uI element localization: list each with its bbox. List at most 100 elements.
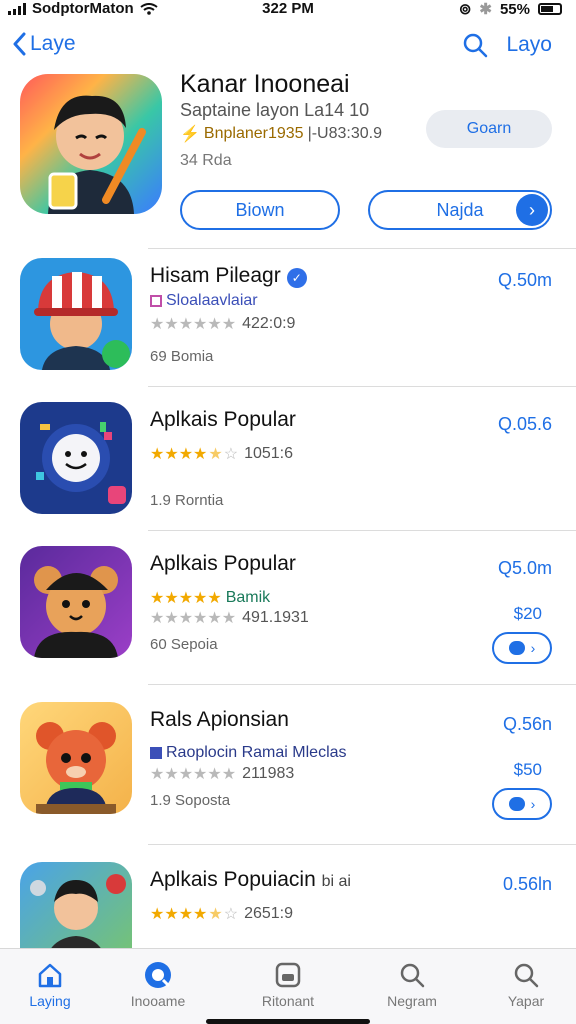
- navigation-bar: Laye Layo: [0, 30, 576, 70]
- search-icon: [476, 957, 576, 993]
- search-icon[interactable]: [462, 32, 488, 58]
- nav-right-button[interactable]: Layo: [506, 33, 552, 57]
- list-item[interactable]: Hisam Pileagr ✓ Sloalaavlaiar ★★★★★★ 422:…: [20, 258, 560, 374]
- rating-stars: ★★★★ ★ ☆: [150, 906, 239, 923]
- app-name: Aplkais Popular: [150, 408, 296, 431]
- search-icon: [362, 957, 462, 993]
- divider: [148, 386, 576, 387]
- app-icon: [20, 258, 132, 370]
- tab-laying[interactable]: Laying: [0, 957, 100, 1009]
- app-category-text: Sloalaavlaiar: [166, 292, 258, 309]
- verified-icon: ✓: [286, 268, 307, 288]
- get-button[interactable]: Goarn: [426, 110, 552, 148]
- tab-label: Laying: [29, 993, 71, 1009]
- app-icon: [20, 402, 132, 514]
- featured-app: Kanar Inooneai Saptaine layon La14 10 ⚡ …: [20, 70, 560, 244]
- rating-stars: ★★★★★★: [150, 316, 237, 333]
- status-bar: SodptorMaton 322 PM ⊚ ✱ 55%: [0, 0, 576, 20]
- tab-ritonant[interactable]: Ritonant: [238, 957, 338, 1009]
- app-category: Raoplocin Ramai Mleclas: [150, 744, 347, 762]
- divider: [148, 248, 576, 249]
- app-price[interactable]: 0.56ln: [503, 874, 552, 895]
- list-item[interactable]: Rals Apionsian Raoplocin Ramai Mleclas ★…: [20, 702, 560, 820]
- battery-percent: 55%: [499, 0, 530, 18]
- app-price-secondary: $50: [513, 760, 542, 779]
- app-category-text: Raoplocin Ramai Mleclas: [166, 744, 347, 761]
- rating-text: 491.1931: [242, 609, 309, 626]
- list-item[interactable]: Aplkais Popular ★★★★★ Bamik ★★★★★★ 491.1…: [20, 546, 560, 664]
- app-icon: [20, 546, 132, 658]
- app-price[interactable]: Q.50m: [498, 270, 552, 291]
- tab-label: Inooame: [130, 993, 186, 1009]
- back-button[interactable]: Laye: [12, 32, 76, 56]
- rating-text: 211983: [242, 765, 295, 782]
- app-price[interactable]: Q.05.6: [498, 414, 552, 435]
- home-icon: [0, 957, 100, 993]
- app-price-secondary: $20: [513, 604, 542, 623]
- download-button[interactable]: ›: [492, 632, 552, 664]
- app-name-text: Hisam Pileagr: [150, 264, 281, 287]
- chevron-right-icon: ›: [530, 796, 536, 812]
- bluetooth-icon: ✱: [479, 1, 492, 18]
- app-meta: 60 Sepoia: [150, 636, 218, 653]
- tab-label: Negram: [387, 993, 437, 1009]
- app-price[interactable]: Q5.0m: [498, 558, 552, 579]
- rating-text: 1051:6: [244, 445, 293, 462]
- featured-size: 34 Rda: [180, 152, 232, 169]
- bolt-icon: ⚡: [180, 126, 200, 143]
- tab-yapar[interactable]: Yapar: [476, 957, 576, 1009]
- divider: [148, 530, 576, 531]
- rating-stars: ★★★★★★: [150, 766, 237, 783]
- rating-stars: ★★★★ ★ ☆: [150, 446, 239, 463]
- cloud-icon: [508, 641, 525, 655]
- featured-right-button[interactable]: Najda ›: [368, 190, 552, 230]
- chevron-right-icon: ›: [516, 194, 548, 226]
- featured-app-icon[interactable]: [20, 74, 162, 214]
- app-category-text: Bamik: [225, 589, 271, 606]
- rating-text: 422:0:9: [242, 315, 296, 332]
- divider: [148, 844, 576, 845]
- app-name-text: Aplkais Popuiacin: [150, 868, 316, 891]
- app-meta: 1.9 Soposta: [150, 792, 231, 809]
- square-icon: [238, 957, 338, 993]
- tab-inooame[interactable]: Inooame: [108, 957, 208, 1009]
- app-rating-secondary: ★★★★★★ 491.1931: [150, 608, 309, 628]
- app-name-suffix: bi ai: [321, 873, 351, 890]
- featured-right-label: Najda: [436, 199, 484, 220]
- tag-icon: [150, 747, 162, 759]
- app-price[interactable]: Q.56n: [503, 714, 552, 735]
- nav-right-group: Layo: [462, 32, 552, 58]
- back-label: Laye: [30, 32, 76, 55]
- app-store-icon: [108, 957, 208, 993]
- battery-icon: [538, 3, 562, 15]
- featured-left-button[interactable]: Biown: [180, 190, 340, 230]
- app-rating: ★★★★ ★ ☆ 2651:9: [150, 904, 293, 924]
- app-name: Hisam Pileagr ✓: [150, 264, 307, 288]
- tab-label: Ritonant: [261, 993, 315, 1009]
- featured-subtitle: Saptaine layon La14 10: [180, 100, 370, 120]
- cloud-icon: [508, 797, 525, 811]
- status-right: ⊚ ✱ 55%: [459, 0, 562, 18]
- app-name: Rals Apionsian: [150, 708, 289, 731]
- tab-bar: Laying Inooame Ritonant Negram Yapar: [0, 948, 576, 1024]
- app-meta: 1.9 Rorntia: [150, 492, 224, 509]
- app-category: Sloalaavlaiar: [150, 292, 258, 310]
- app-rating: ★★★★★★ 211983: [150, 764, 294, 784]
- featured-developer: ⚡ Bnplaner1935 |-U83:30.9: [180, 124, 382, 144]
- app-rating: ★★★★ ★ ☆ 1051:6: [150, 444, 293, 464]
- developer-name[interactable]: Bnplaner1935: [204, 125, 304, 143]
- app-rating: ★★★★★★ 422:0:9: [150, 314, 295, 334]
- developer-suffix: |-U83:30.9: [307, 125, 382, 142]
- rating-stars: ★★★★★: [150, 590, 222, 607]
- tab-negram[interactable]: Negram: [362, 957, 462, 1009]
- list-item[interactable]: Aplkais Popular ★★★★ ★ ☆ 1051:6 1.9 Rornti…: [20, 402, 560, 518]
- tag-icon: [150, 295, 162, 307]
- app-name: Aplkais Popular: [150, 552, 296, 575]
- chevron-right-icon: ›: [530, 640, 536, 656]
- rating-stars: ★★★★★★: [150, 610, 237, 627]
- app-meta: 69 Bomia: [150, 348, 214, 365]
- download-button[interactable]: ›: [492, 788, 552, 820]
- lock-rotation-icon: ⊚: [458, 1, 472, 18]
- app-icon: [20, 702, 132, 814]
- app-name: Aplkais Popuiacin bi ai: [150, 868, 351, 892]
